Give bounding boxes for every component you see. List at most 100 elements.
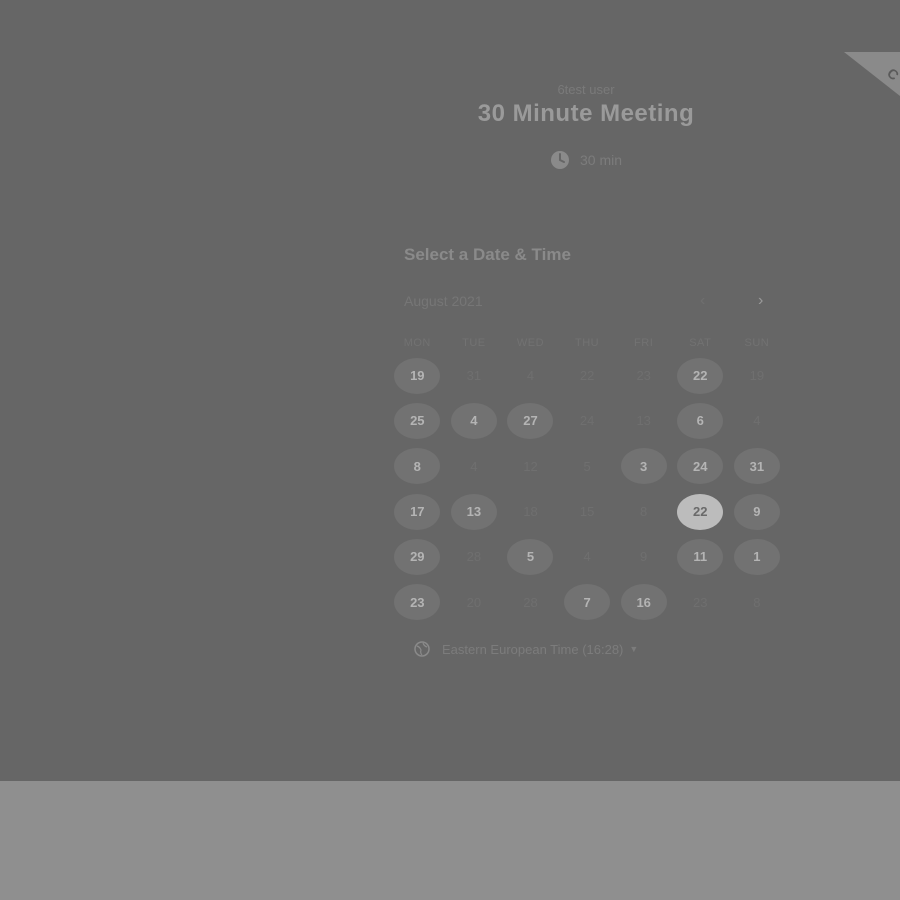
- day-button[interactable]: 19: [394, 357, 441, 394]
- day-unavailable: 22: [579, 368, 595, 384]
- calendar-cell: 12: [502, 444, 559, 489]
- corner-ribbon[interactable]: C: [844, 52, 900, 96]
- day-unavailable: 4: [583, 549, 591, 565]
- day-unavailable: 12: [523, 458, 538, 474]
- day-unavailable: 23: [693, 594, 708, 610]
- day-button[interactable]: 11: [677, 538, 724, 575]
- timezone-selector[interactable]: Eastern European Time (16:28) ▼: [414, 641, 638, 657]
- day-button[interactable]: 31: [733, 448, 780, 485]
- calendar-cell: 4: [446, 398, 503, 443]
- section-title: Select a Date & Time: [404, 245, 571, 264]
- day-unavailable: 5: [583, 458, 591, 474]
- day-unavailable: 19: [749, 368, 765, 384]
- day-unavailable: 4: [753, 413, 761, 429]
- calendar-cell: 4: [729, 398, 786, 443]
- day-unavailable: 23: [636, 368, 651, 384]
- calendar-cell: 17: [389, 489, 446, 534]
- day-button[interactable]: 4: [450, 402, 497, 439]
- duration-label: 30 min: [579, 152, 623, 168]
- day-unavailable: 4: [526, 368, 535, 384]
- calendar-cell: 4: [502, 353, 559, 398]
- day-unavailable: 4: [470, 458, 478, 474]
- calendar-grid: 19 31 4 22 23 22 19 25 4 27 24 13 6 4 8 4 12 5 3 24 31 17 13 18…: [389, 353, 785, 625]
- day-button[interactable]: 23: [394, 584, 441, 621]
- selected-day-button[interactable]: 22: [677, 493, 724, 530]
- day-unavailable: 8: [753, 594, 761, 610]
- event-owner: 6test user: [557, 82, 615, 97]
- calendar-cell: 31: [729, 444, 786, 489]
- weekday-label: SUN: [744, 337, 770, 349]
- day-button[interactable]: 13: [450, 493, 497, 530]
- calendar-cell: 23: [389, 579, 446, 624]
- calendar-cell: 19: [729, 353, 786, 398]
- calendar-cell: 1: [729, 534, 786, 579]
- calendar-cell: 20: [446, 579, 503, 624]
- calendar-cell: 8: [729, 579, 786, 624]
- calendar-cell: 28: [502, 579, 559, 624]
- day-button[interactable]: 5: [507, 538, 554, 575]
- day-unavailable: 15: [579, 504, 595, 520]
- month-navigation: August 2021 ‹ ›: [404, 292, 776, 313]
- day-button[interactable]: 16: [620, 584, 667, 621]
- calendar-cell: 13: [446, 489, 503, 534]
- weekday-label: MON: [403, 337, 431, 349]
- calendar-cell: 4: [446, 444, 503, 489]
- timezone-label: Eastern European Time (16:28): [442, 641, 624, 657]
- day-button[interactable]: 25: [394, 402, 441, 439]
- day-button[interactable]: 22: [677, 357, 724, 394]
- calendar-cell: 9: [615, 534, 672, 579]
- day-button[interactable]: 3: [620, 448, 667, 485]
- weekday-header: MON TUE WED THU FRI SAT SUN: [389, 337, 785, 349]
- day-unavailable: 24: [579, 413, 595, 429]
- weekday-label: SAT: [689, 337, 712, 349]
- calendar-cell: 28: [446, 534, 503, 579]
- day-button[interactable]: 9: [733, 493, 780, 530]
- day-button[interactable]: 27: [507, 402, 554, 439]
- calendar-cell: 3: [615, 444, 672, 489]
- calendar-cell: 27: [502, 398, 559, 443]
- event-title: 30 Minute Meeting: [477, 100, 695, 127]
- calendar-cell: 22: [672, 353, 729, 398]
- calendar-cell: 22: [559, 353, 616, 398]
- calendar-cell: 5: [502, 534, 559, 579]
- calendar-cell: 6: [672, 398, 729, 443]
- calendar-cell: 24: [559, 398, 616, 443]
- day-unavailable: 28: [466, 549, 482, 565]
- weekday-label: FRI: [634, 337, 654, 349]
- day-button[interactable]: 7: [564, 584, 611, 621]
- calendar-cell: 23: [672, 579, 729, 624]
- calendar-cell: 7: [559, 579, 616, 624]
- chevron-left-icon[interactable]: ‹: [700, 292, 705, 310]
- calendar-cell: 19: [389, 353, 446, 398]
- day-button[interactable]: 6: [677, 402, 724, 439]
- calendar-cell: 24: [672, 444, 729, 489]
- day-button[interactable]: 17: [394, 493, 441, 530]
- calendar-cell: 29: [389, 534, 446, 579]
- day-unavailable: 20: [466, 594, 482, 610]
- calendar-cell: 18: [502, 489, 559, 534]
- calendar-cell: 11: [672, 534, 729, 579]
- day-button[interactable]: 29: [394, 538, 441, 575]
- calendar-cell: 22: [672, 489, 729, 534]
- calendar-cell: 15: [559, 489, 616, 534]
- calendar-cell: 23: [615, 353, 672, 398]
- weekday-label: TUE: [462, 337, 486, 349]
- event-duration: 30 min: [550, 150, 622, 170]
- day-button[interactable]: 8: [394, 448, 441, 485]
- chevron-right-icon[interactable]: ›: [758, 292, 763, 310]
- day-unavailable: 31: [466, 368, 482, 384]
- day-unavailable: 18: [523, 504, 538, 520]
- month-label: August 2021: [404, 293, 483, 309]
- day-unavailable: 9: [640, 549, 648, 565]
- booking-panel: C 6test user 30 Minute Meeting 30 min Se…: [0, 0, 900, 781]
- globe-icon: [414, 641, 430, 657]
- day-unavailable: 28: [523, 594, 538, 610]
- calendar-cell: 16: [615, 579, 672, 624]
- weekday-label: THU: [575, 337, 600, 349]
- day-button[interactable]: 24: [677, 448, 724, 485]
- calendar-cell: 25: [389, 398, 446, 443]
- clock-icon: [550, 151, 569, 169]
- day-button[interactable]: 1: [733, 538, 780, 575]
- calendar-cell: 13: [615, 398, 672, 443]
- weekday-label: WED: [516, 337, 545, 349]
